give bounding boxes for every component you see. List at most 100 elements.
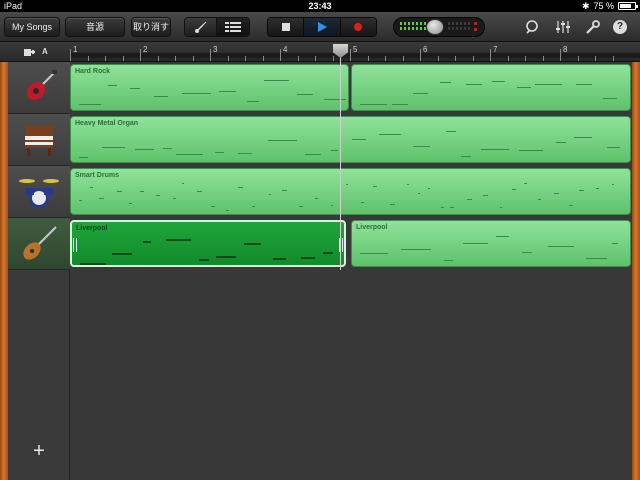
add-section-icon <box>24 49 35 56</box>
section-label: A <box>42 47 48 56</box>
region-name: Smart Drums <box>75 172 119 179</box>
track-header-bass[interactable] <box>8 218 70 270</box>
midi-note <box>211 206 216 207</box>
midi-note <box>521 252 533 253</box>
ruler-tick <box>525 56 526 61</box>
ruler-tick <box>245 56 246 61</box>
midi-note <box>372 186 378 187</box>
midi-note <box>461 156 472 157</box>
midi-note <box>481 149 509 150</box>
midi-note <box>483 195 489 196</box>
region-name: Liverpool <box>356 224 388 231</box>
ruler-bar-number: 8 <box>563 45 568 54</box>
midi-note <box>264 80 289 81</box>
tracks-area[interactable]: Hard Rock Heavy Metal Organ Smart Drums … <box>70 62 632 480</box>
midi-note <box>282 190 287 191</box>
region-trim-handle-left[interactable] <box>73 238 77 252</box>
midi-note <box>392 104 408 105</box>
ruler-tick <box>420 49 421 61</box>
add-track-button[interactable]: + <box>28 440 50 462</box>
stop-icon <box>281 23 290 31</box>
ruler-tick <box>542 56 544 61</box>
level-meter[interactable] <box>393 17 485 37</box>
region-hard-rock-2[interactable] <box>351 64 631 111</box>
midi-note <box>79 200 83 201</box>
tracks-list-icon <box>225 22 241 32</box>
midi-note <box>524 183 528 184</box>
ruler-tick <box>262 56 264 61</box>
ruler-tick <box>455 56 456 61</box>
region-smart-drums[interactable]: Smart Drums <box>70 168 631 215</box>
midi-note <box>444 260 454 261</box>
midi-note <box>445 131 456 132</box>
midi-note <box>345 184 349 185</box>
midi-note <box>519 150 544 151</box>
play-button[interactable] <box>304 18 341 36</box>
midi-note <box>517 87 531 88</box>
undo-button[interactable]: 取り消す <box>131 17 171 37</box>
region-liverpool-2[interactable]: Liverpool <box>351 220 631 267</box>
midi-note <box>182 93 212 94</box>
my-songs-button[interactable]: My Songs <box>4 17 60 37</box>
midi-note <box>143 241 152 243</box>
midi-note <box>237 187 243 188</box>
midi-note <box>450 207 454 208</box>
region-liverpool-1[interactable]: Liverpool <box>70 220 346 267</box>
midi-note <box>500 207 503 208</box>
record-icon <box>354 23 363 31</box>
sound-source-button[interactable]: 音源 <box>65 17 125 37</box>
midi-note <box>534 84 562 85</box>
loop-button[interactable] <box>524 19 540 35</box>
midi-note <box>602 98 618 99</box>
midi-note <box>579 190 585 191</box>
midi-note <box>330 205 334 206</box>
region-hard-rock-1[interactable]: Hard Rock <box>70 64 349 111</box>
bass-guitar-icon <box>23 225 57 260</box>
midi-note <box>108 85 117 86</box>
region-heavy-metal-organ[interactable]: Heavy Metal Organ <box>70 116 631 163</box>
ruler-bar-number: 5 <box>353 45 358 54</box>
region-name: Hard Rock <box>75 68 111 75</box>
instrument-view-button[interactable] <box>185 18 217 36</box>
organ-icon <box>25 125 53 156</box>
midi-note <box>491 81 505 82</box>
stop-button[interactable] <box>268 18 305 36</box>
battery-icon <box>618 2 638 10</box>
ruler-bar-number: 2 <box>143 45 148 54</box>
midi-note <box>198 259 209 261</box>
midi-note <box>80 263 107 265</box>
midi-note <box>225 210 230 211</box>
settings-button[interactable] <box>585 19 601 35</box>
timeline-ruler[interactable]: 1 2 3 4 5 6 7 8 <box>70 42 640 62</box>
track-header-drums[interactable] <box>8 166 70 218</box>
midi-note <box>466 84 482 85</box>
master-volume-knob[interactable] <box>426 19 444 35</box>
midi-note <box>418 193 421 194</box>
help-icon: ? <box>613 20 627 34</box>
record-button[interactable] <box>340 18 376 36</box>
midi-note <box>163 148 173 149</box>
ruler-tick <box>437 56 439 61</box>
midi-note <box>554 193 559 194</box>
midi-note <box>128 203 133 204</box>
ruler-header[interactable]: A <box>0 42 70 62</box>
playhead-line <box>340 45 341 270</box>
midi-note <box>243 243 262 245</box>
lane-bass: Liverpool Liverpool <box>70 218 632 270</box>
track-header-organ[interactable] <box>8 114 70 166</box>
ruler-tick <box>210 49 211 61</box>
ruler-tick <box>560 49 561 61</box>
track-header-hard-rock[interactable] <box>8 62 70 114</box>
midi-note <box>251 206 255 207</box>
help-button[interactable]: ? <box>612 19 628 35</box>
mixer-button[interactable] <box>555 19 571 35</box>
midi-note <box>512 189 517 190</box>
midi-note <box>140 191 145 192</box>
ruler-bar-number: 3 <box>213 45 218 54</box>
play-icon <box>317 22 327 32</box>
ruler-tick <box>595 56 596 61</box>
clock: 23:43 <box>308 1 332 11</box>
midi-note <box>412 146 431 147</box>
tracks-view-button[interactable] <box>217 18 249 36</box>
region-name: Heavy Metal Organ <box>75 120 139 127</box>
